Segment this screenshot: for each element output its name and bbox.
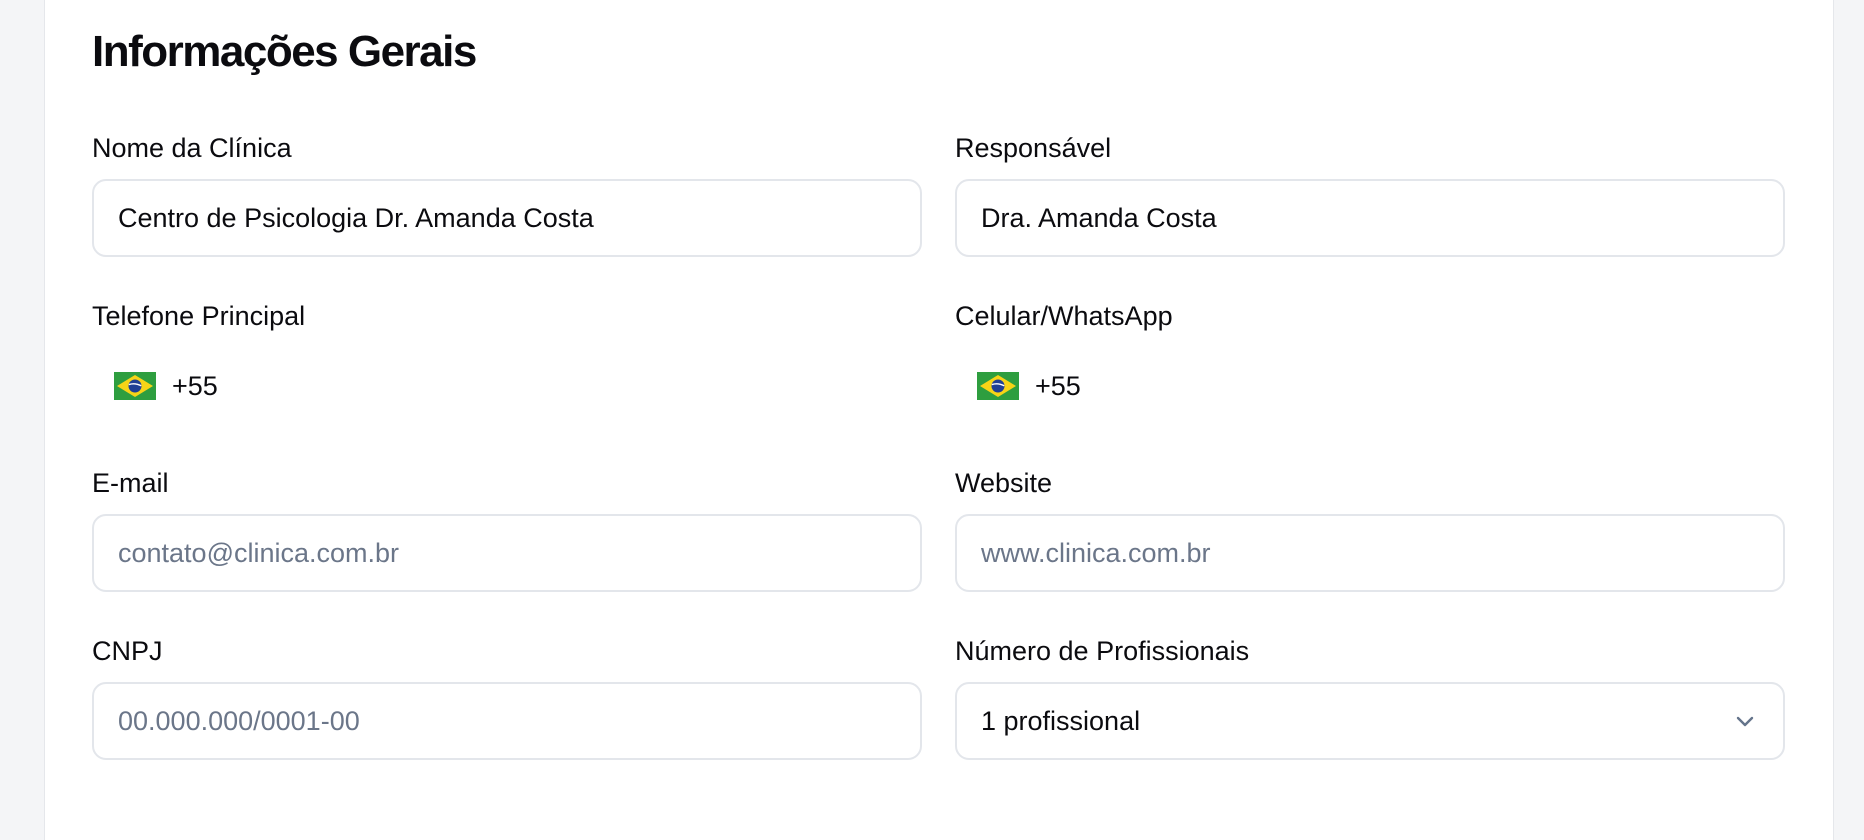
website-field: Website	[955, 466, 1785, 592]
website-input[interactable]	[981, 537, 1759, 569]
website-input-wrapper[interactable]	[955, 514, 1785, 592]
professionals-count-field: Número de Profissionais 1 profissional	[955, 634, 1785, 760]
cnpj-label: CNPJ	[92, 636, 163, 666]
professionals-count-label: Número de Profissionais	[955, 636, 1250, 666]
main-phone-label: Telefone Principal	[92, 301, 306, 331]
main-phone-input[interactable]: +55	[92, 347, 922, 425]
mobile-whatsapp-country-code: +55	[1035, 370, 1081, 401]
clinic-name-input-wrapper[interactable]	[92, 179, 922, 257]
main-phone-country-code: +55	[172, 370, 218, 401]
mobile-whatsapp-field: Celular/WhatsApp +55	[955, 299, 1785, 425]
brazil-flag-icon[interactable]	[977, 372, 1019, 400]
responsible-field: Responsável	[955, 131, 1785, 257]
mobile-whatsapp-input[interactable]: +55	[955, 347, 1785, 425]
clinic-name-label: Nome da Clínica	[92, 133, 292, 163]
mobile-whatsapp-label: Celular/WhatsApp	[955, 301, 1173, 331]
section-title: Informações Gerais	[92, 27, 477, 76]
chevron-down-icon[interactable]	[1731, 707, 1759, 735]
cnpj-input[interactable]	[118, 705, 896, 737]
professionals-count-select[interactable]: 1 profissional	[955, 682, 1785, 760]
responsible-input[interactable]	[981, 202, 1759, 234]
brazil-flag-icon[interactable]	[114, 372, 156, 400]
website-label: Website	[955, 468, 1053, 498]
responsible-input-wrapper[interactable]	[955, 179, 1785, 257]
email-input-wrapper[interactable]	[92, 514, 922, 592]
clinic-name-field: Nome da Clínica	[92, 131, 922, 257]
professionals-count-value: 1 profissional	[981, 705, 1141, 736]
responsible-label: Responsável	[955, 133, 1112, 163]
clinic-name-input[interactable]	[118, 202, 896, 234]
email-input[interactable]	[118, 537, 896, 569]
cnpj-field: CNPJ	[92, 634, 922, 760]
email-label: E-mail	[92, 468, 169, 498]
cnpj-input-wrapper[interactable]	[92, 682, 922, 760]
email-field: E-mail	[92, 466, 922, 592]
main-phone-field: Telefone Principal +55	[92, 299, 922, 425]
